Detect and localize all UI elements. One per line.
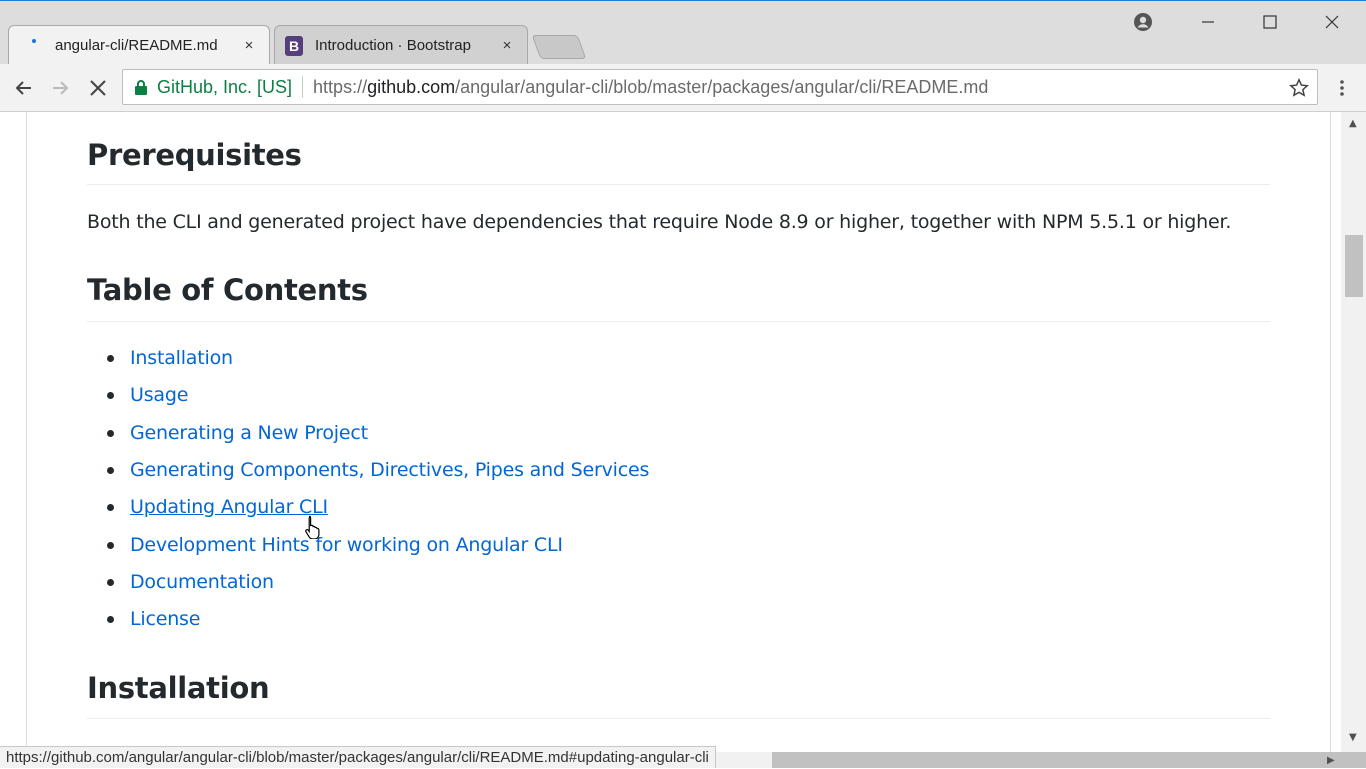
address-bar[interactable]: GitHub, Inc. [US] https://github.com/ang… xyxy=(122,69,1318,105)
toc-link-license[interactable]: License xyxy=(130,608,200,630)
tab-strip: angular-cli/README.md × B Introduction ·… xyxy=(0,1,1366,65)
scroll-right-arrow-icon[interactable]: ▶ xyxy=(1327,755,1335,766)
heading-divider xyxy=(87,321,1270,322)
stop-loading-icon[interactable] xyxy=(86,76,110,100)
tab-close-icon[interactable]: × xyxy=(495,37,519,54)
tab-angular-readme[interactable]: angular-cli/README.md × xyxy=(8,25,270,65)
heading-installation: Installation xyxy=(87,671,270,705)
toc-link-installation[interactable]: Installation xyxy=(130,347,233,369)
bullet xyxy=(107,503,114,511)
horizontal-scrollbar-thumb[interactable] xyxy=(772,752,1366,768)
tab-title: angular-cli/README.md xyxy=(55,37,218,54)
url-text[interactable]: https://github.com/angular/angular-cli/b… xyxy=(313,77,988,98)
minimize-icon[interactable] xyxy=(1190,9,1226,35)
list-item: Generating a New Project xyxy=(107,422,368,444)
heading-divider xyxy=(87,718,1270,719)
scroll-down-arrow-icon[interactable]: ▼ xyxy=(1349,732,1357,743)
status-bar-url: https://github.com/angular/angular-cli/b… xyxy=(0,746,716,768)
back-arrow-icon[interactable] xyxy=(12,76,36,100)
bullet xyxy=(107,429,114,437)
page-content: Prerequisites Both the CLI and generated… xyxy=(0,112,1341,768)
list-item: Usage xyxy=(107,384,188,406)
address-separator xyxy=(302,76,304,98)
toc-link-generating-project[interactable]: Generating a New Project xyxy=(130,422,368,444)
url-host: github.com xyxy=(367,76,456,97)
loading-spinner-icon xyxy=(25,37,43,55)
close-window-icon[interactable] xyxy=(1314,9,1350,35)
forward-arrow-icon[interactable] xyxy=(48,76,72,100)
list-item: Development Hints for working on Angular… xyxy=(107,534,563,556)
new-tab-button[interactable] xyxy=(531,35,587,59)
list-item: Installation xyxy=(107,347,233,369)
profile-icon[interactable] xyxy=(1125,9,1161,35)
bullet xyxy=(107,391,114,399)
bootstrap-favicon-icon: B xyxy=(285,35,303,56)
list-item: Generating Components, Directives, Pipes… xyxy=(107,459,649,481)
tab-close-icon[interactable]: × xyxy=(237,37,261,54)
secure-site-label[interactable]: GitHub, Inc. [US] xyxy=(157,77,292,98)
heading-prerequisites: Prerequisites xyxy=(87,138,302,172)
url-scheme: https:// xyxy=(313,76,368,97)
maximize-icon[interactable] xyxy=(1252,9,1288,35)
url-path: /angular/angular-cli/blob/master/package… xyxy=(455,76,989,97)
heading-divider xyxy=(87,184,1270,185)
bullet xyxy=(107,541,114,549)
toc-link-documentation[interactable]: Documentation xyxy=(130,571,274,593)
bullet xyxy=(107,615,114,623)
bullet xyxy=(107,466,114,474)
bullet xyxy=(107,354,114,362)
list-item: Updating Angular CLI xyxy=(107,496,328,518)
toc-link-updating-angular-cli[interactable]: Updating Angular CLI xyxy=(130,496,328,518)
tab-title: Introduction · Bootstrap xyxy=(315,37,471,54)
bullet xyxy=(107,578,114,586)
content-border xyxy=(1330,112,1331,768)
toc-link-generating-components[interactable]: Generating Components, Directives, Pipes… xyxy=(130,459,649,481)
list-item: Documentation xyxy=(107,571,274,593)
toc-link-development-hints[interactable]: Development Hints for working on Angular… xyxy=(130,534,563,556)
tab-bootstrap[interactable]: B Introduction · Bootstrap × xyxy=(274,25,528,65)
lock-icon xyxy=(135,79,149,95)
content-border xyxy=(26,112,27,768)
browser-menu-icon[interactable] xyxy=(1334,76,1350,100)
toc-link-usage[interactable]: Usage xyxy=(130,384,188,406)
vertical-scrollbar-thumb[interactable] xyxy=(1345,235,1363,297)
list-item: License xyxy=(107,608,200,630)
browser-toolbar: GitHub, Inc. [US] https://github.com/ang… xyxy=(0,64,1366,112)
scroll-up-arrow-icon[interactable]: ▲ xyxy=(1349,118,1357,129)
prerequisites-text: Both the CLI and generated project have … xyxy=(87,211,1232,233)
hand-pointer-cursor-icon xyxy=(304,515,322,543)
heading-table-of-contents: Table of Contents xyxy=(87,273,368,307)
vertical-scrollbar[interactable] xyxy=(1341,112,1366,752)
bookmark-star-icon[interactable] xyxy=(1289,77,1309,98)
